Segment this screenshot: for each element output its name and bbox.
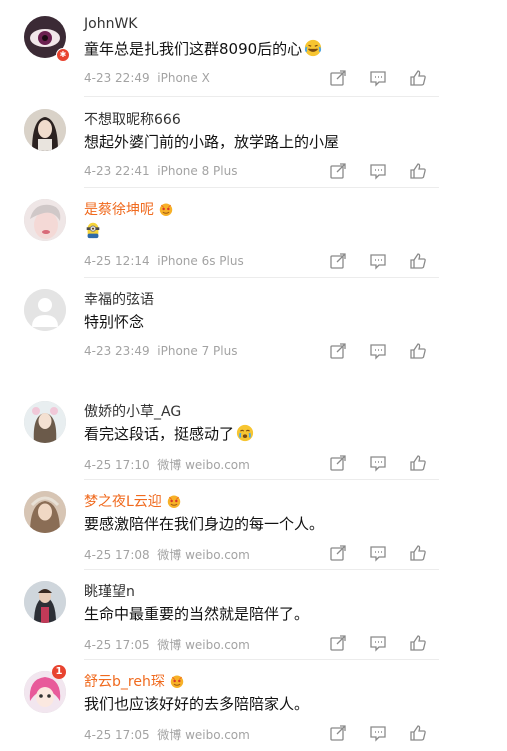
like-icon[interactable] <box>408 161 428 181</box>
comment-meta: 4-25 17:05 微博 weibo.com <box>84 638 250 652</box>
comment-actions <box>328 543 428 563</box>
minion-emoji-icon <box>86 222 100 239</box>
comment-icon[interactable] <box>368 543 388 563</box>
like-icon[interactable] <box>408 251 428 271</box>
laughing-tears-emoji-icon <box>305 39 322 57</box>
share-icon[interactable] <box>328 68 348 88</box>
comment-actions <box>328 68 428 88</box>
share-icon[interactable] <box>328 723 348 743</box>
comment-text <box>84 221 102 240</box>
divider <box>84 187 439 188</box>
username[interactable]: 眺瑾望n <box>84 581 135 601</box>
comment-meta: 4-23 23:49 iPhone 7 Plus <box>84 344 238 358</box>
comment-meta: 4-25 17:08 微博 weibo.com <box>84 548 250 562</box>
avatar[interactable] <box>24 289 66 331</box>
comment-icon[interactable] <box>368 251 388 271</box>
avatar[interactable] <box>24 401 66 443</box>
share-icon[interactable] <box>328 341 348 361</box>
comment-icon[interactable] <box>368 453 388 473</box>
comment-text: 想起外婆门前的小路，放学路上的小屋 <box>84 133 340 151</box>
username[interactable]: 梦之夜L云迎 <box>84 491 182 511</box>
avatar[interactable] <box>24 109 66 151</box>
comment-list: ✱ JohnWK 童年总是扎我们这群8090后的心 4-23 22:49 iPh… <box>0 0 507 751</box>
comment-icon[interactable] <box>368 161 388 181</box>
comment-text: 看完这段话，挺感动了 <box>84 423 254 444</box>
comment-item: 梦之夜L云迎 要感激陪伴在我们身边的每一个人。 4-25 17:08 微博 we… <box>0 483 507 570</box>
username[interactable]: 不想取昵称666 <box>84 109 181 129</box>
touched-crying-emoji-icon <box>236 424 254 442</box>
username[interactable]: 舒云b_reh琛 <box>84 671 185 691</box>
like-icon[interactable] <box>408 341 428 361</box>
comment-icon[interactable] <box>368 68 388 88</box>
like-icon[interactable] <box>408 723 428 743</box>
divider <box>84 96 439 97</box>
username[interactable]: 幸福的弦语 <box>84 289 154 309</box>
comment-meta: 4-25 17:10 微博 weibo.com <box>84 458 250 472</box>
comment-text: 我们也应该好好的去多陪陪家人。 <box>84 695 310 713</box>
like-icon[interactable] <box>408 633 428 653</box>
comment-item: 不想取昵称666 想起外婆门前的小路，放学路上的小屋 4-23 22:41 iP… <box>0 101 507 188</box>
vip-crown-icon <box>159 203 173 216</box>
avatar[interactable] <box>24 491 66 533</box>
username[interactable]: 是蔡徐坤呢 <box>84 199 174 219</box>
notification-count-badge: 1 <box>52 665 66 679</box>
divider <box>84 659 439 660</box>
username[interactable]: 傲娇的小草_AG <box>84 401 181 421</box>
comment-actions <box>328 161 428 181</box>
share-icon[interactable] <box>328 633 348 653</box>
comment-item: ✱ JohnWK 童年总是扎我们这群8090后的心 4-23 22:49 iPh… <box>0 8 507 97</box>
comment-text: 要感激陪伴在我们身边的每一个人。 <box>84 515 325 533</box>
like-icon[interactable] <box>408 68 428 88</box>
comment-actions <box>328 341 428 361</box>
vip-crown-icon <box>170 675 184 688</box>
comment-item: 眺瑾望n 生命中最重要的当然就是陪伴了。 4-25 17:05 微博 weibo… <box>0 573 507 660</box>
username[interactable]: JohnWK <box>84 16 137 32</box>
avatar[interactable] <box>24 199 66 241</box>
comment-actions <box>328 251 428 271</box>
comment-actions <box>328 723 428 743</box>
comment-text: 童年总是扎我们这群8090后的心 <box>84 38 322 59</box>
verified-badge-icon: ✱ <box>56 48 70 62</box>
vip-crown-icon <box>167 495 181 508</box>
comment-text: 生命中最重要的当然就是陪伴了。 <box>84 605 310 623</box>
comment-actions <box>328 633 428 653</box>
share-icon[interactable] <box>328 543 348 563</box>
like-icon[interactable] <box>408 453 428 473</box>
comment-meta: 4-23 22:49 iPhone X <box>84 71 210 85</box>
comment-item: 1 舒云b_reh琛 我们也应该好好的去多陪陪家人。 4-25 17:05 微博… <box>0 663 507 749</box>
comment-meta: 4-25 12:14 iPhone 6s Plus <box>84 254 244 268</box>
like-icon[interactable] <box>408 543 428 563</box>
comment-text: 特别怀念 <box>84 313 145 331</box>
comment-icon[interactable] <box>368 633 388 653</box>
share-icon[interactable] <box>328 251 348 271</box>
comment-meta: 4-25 17:05 微博 weibo.com <box>84 728 250 742</box>
share-icon[interactable] <box>328 453 348 473</box>
comment-item: 是蔡徐坤呢 4-25 12:14 iPhone 6s Plus <box>0 191 507 278</box>
comment-actions <box>328 453 428 473</box>
divider <box>84 569 439 570</box>
comment-icon[interactable] <box>368 723 388 743</box>
comment-icon[interactable] <box>368 341 388 361</box>
divider <box>84 277 439 278</box>
divider <box>84 479 439 480</box>
comment-meta: 4-23 22:41 iPhone 8 Plus <box>84 164 238 178</box>
avatar[interactable] <box>24 581 66 623</box>
share-icon[interactable] <box>328 161 348 181</box>
comment-item: 幸福的弦语 特别怀念 4-23 23:49 iPhone 7 Plus <box>0 281 507 367</box>
comment-item: 傲娇的小草_AG 看完这段话，挺感动了 4-25 17:10 微博 weibo.… <box>0 393 507 480</box>
